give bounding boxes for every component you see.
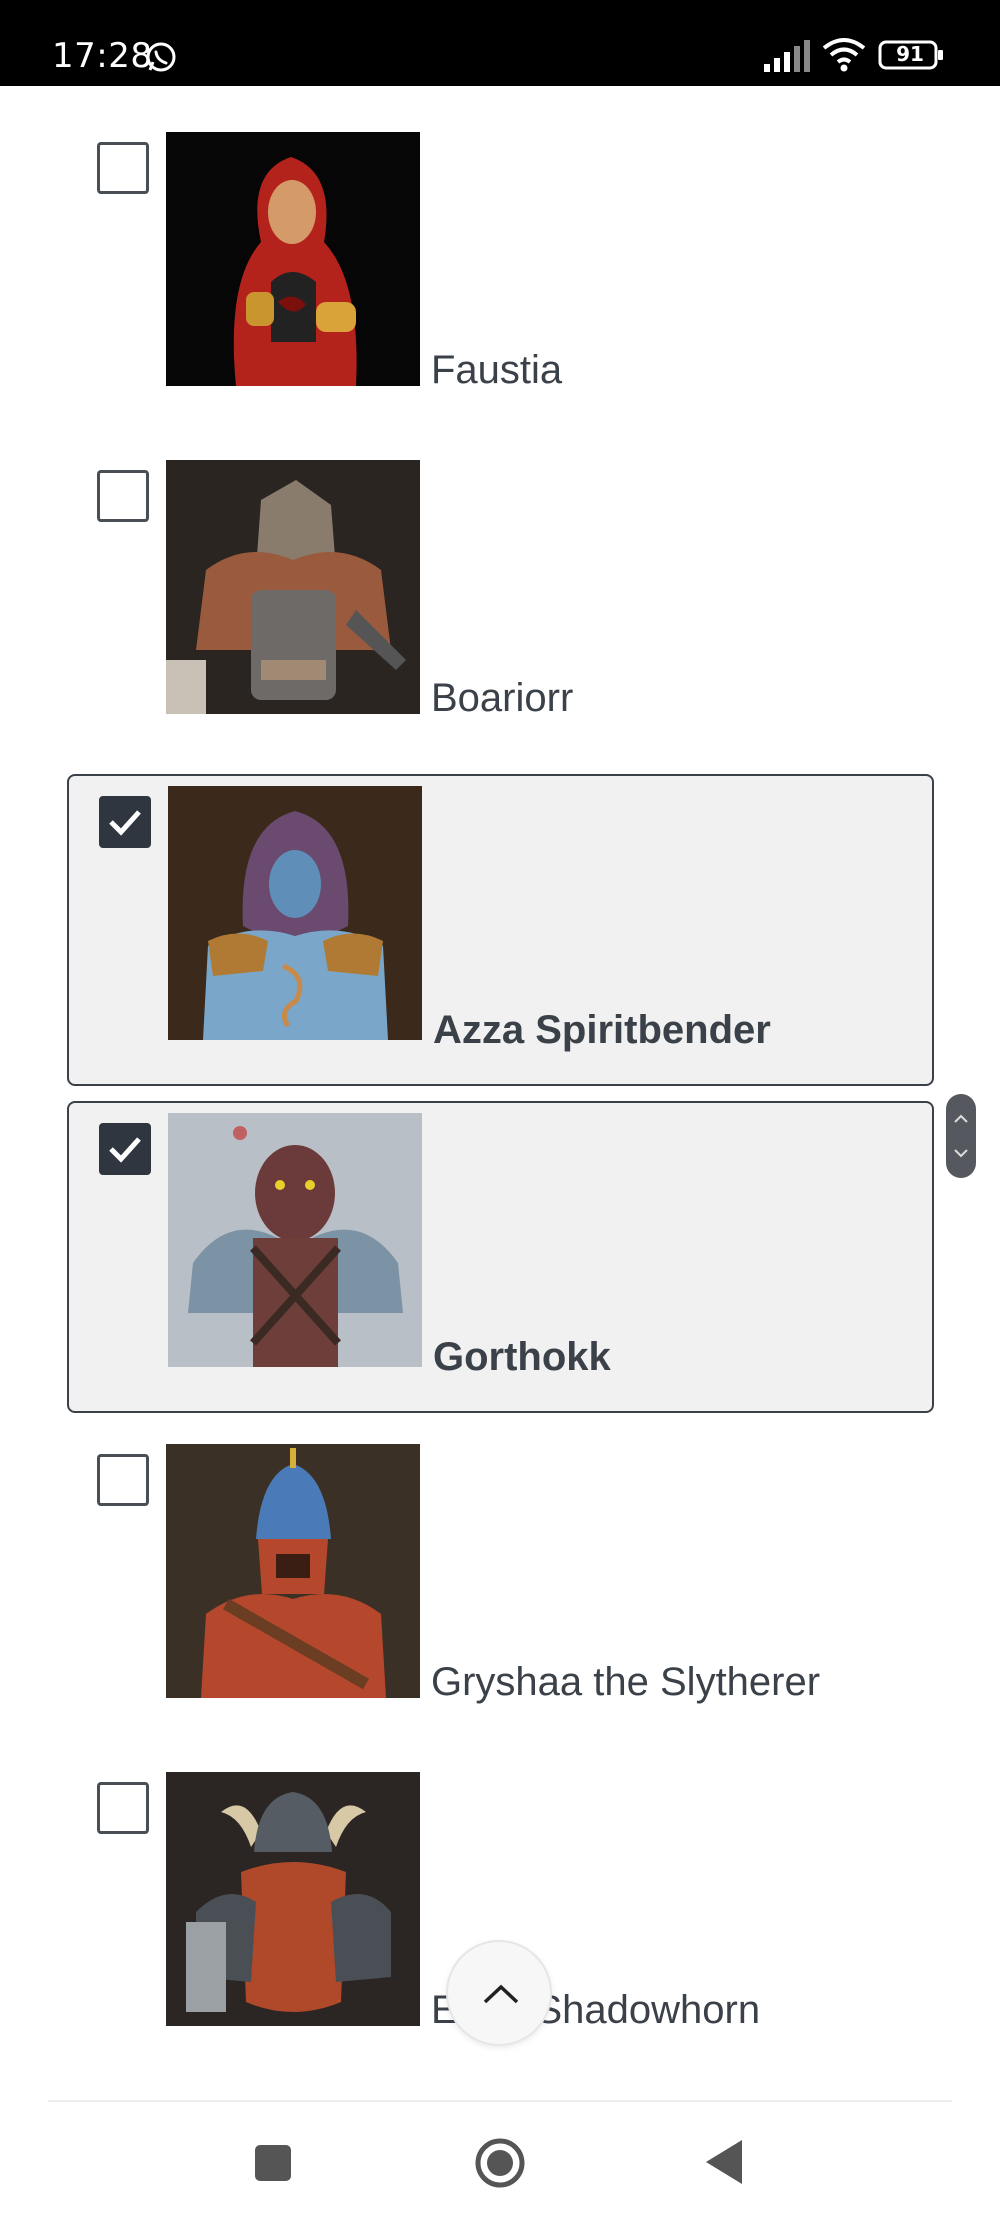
- figure-thumbnail: [166, 1772, 420, 2026]
- item-checkbox[interactable]: [97, 1782, 149, 1834]
- figure-thumbnail: [166, 1444, 420, 1698]
- list-item-azza-spiritbender[interactable]: Azza Spiritbender: [67, 774, 934, 1086]
- checkmark-icon: [109, 810, 141, 836]
- item-name: Azza Spiritbender: [433, 1008, 771, 1052]
- item-checkbox-checked[interactable]: [99, 1123, 151, 1175]
- item-checkbox[interactable]: [97, 470, 149, 522]
- recent-apps-icon[interactable]: [255, 2145, 291, 2181]
- battery-level: 91: [896, 42, 924, 66]
- scroll-arrows-icon: [954, 1114, 968, 1158]
- item-name: Gorthokk: [433, 1335, 611, 1379]
- item-name: Gryshaa the Slytherer: [431, 1660, 821, 1704]
- list-item-faustia[interactable]: Faustia: [67, 66, 934, 392]
- item-checkbox[interactable]: [97, 1454, 149, 1506]
- item-name: Boariorr: [431, 676, 574, 720]
- figure-thumbnail: [168, 786, 422, 1040]
- scrollbar-handle[interactable]: [946, 1094, 976, 1178]
- list-item-boariorr[interactable]: Boariorr: [67, 394, 934, 720]
- checkmark-icon: [109, 1137, 141, 1163]
- chevron-up-icon: [483, 1984, 519, 2004]
- list-item-gryshaa-the-slytherer[interactable]: Gryshaa the Slytherer: [67, 1378, 934, 1704]
- scroll-to-top-button[interactable]: [446, 1940, 552, 2046]
- item-name: Faustia: [431, 348, 563, 392]
- home-icon[interactable]: [474, 2137, 526, 2189]
- figure-thumbnail: [166, 132, 420, 386]
- list-item-gorthokk[interactable]: Gorthokk: [67, 1101, 934, 1413]
- item-checkbox[interactable]: [97, 142, 149, 194]
- navigation-bar: [0, 2102, 1000, 2222]
- figure-thumbnail: [168, 1113, 422, 1367]
- figure-thumbnail: [166, 460, 420, 714]
- back-icon[interactable]: [704, 2138, 744, 2186]
- item-checkbox-checked[interactable]: [99, 796, 151, 848]
